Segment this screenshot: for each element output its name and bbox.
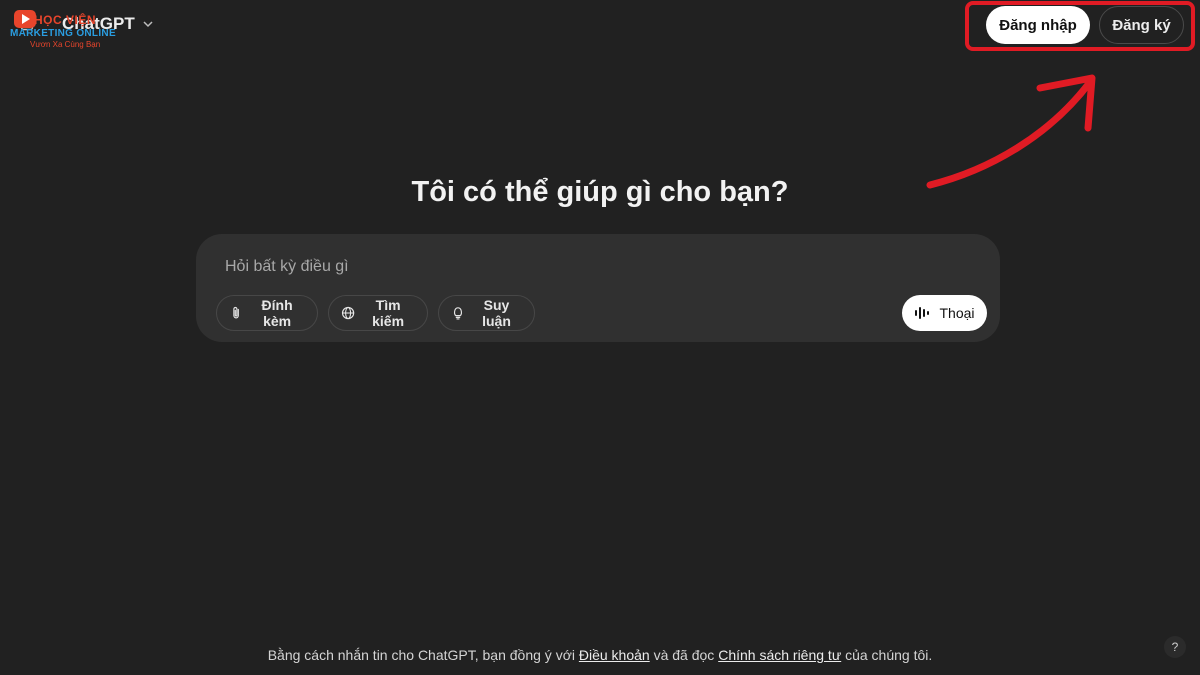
globe-icon: [341, 306, 355, 320]
attach-label: Đính kèm: [261, 297, 293, 329]
page: ChatGPT HỌC VIỆN MARKETING ONLINE Vươn X…: [0, 0, 1200, 675]
search-button[interactable]: Tìm kiếm: [328, 295, 428, 331]
footer-prefix: Bằng cách nhắn tin cho ChatGPT, bạn đồng…: [267, 647, 579, 663]
footer-suffix: của chúng tôi.: [841, 647, 933, 663]
login-button[interactable]: Đăng nhập: [986, 6, 1090, 44]
signup-button[interactable]: Đăng ký: [1099, 6, 1184, 44]
privacy-link[interactable]: Chính sách riêng tư: [718, 647, 841, 663]
voice-waveform-icon: [915, 307, 930, 319]
watermark-line2: MARKETING ONLINE: [10, 28, 116, 39]
play-logo-icon: [14, 10, 36, 28]
watermark-line3: Vươn Xa Cùng Bạn: [30, 40, 101, 49]
terms-link[interactable]: Điều khoản: [579, 647, 650, 663]
chevron-down-icon: [143, 21, 153, 28]
footer-middle: và đã đọc: [649, 647, 719, 663]
composer: Đính kèm Tìm kiếm Suy luận Thoại: [196, 234, 1000, 342]
lightbulb-icon: [454, 307, 462, 320]
paperclip-icon: [233, 307, 239, 319]
watermark-line1: HỌC VIỆN: [34, 13, 97, 27]
page-title: Tôi có thể giúp gì cho bạn?: [411, 176, 789, 208]
search-label: Tìm kiếm: [372, 297, 405, 329]
reason-label: Suy luận: [482, 297, 511, 329]
voice-label: Thoại: [939, 305, 975, 321]
reason-button[interactable]: Suy luận: [438, 295, 535, 331]
voice-button[interactable]: Thoại: [902, 295, 987, 331]
attach-button[interactable]: Đính kèm: [216, 295, 318, 331]
help-button[interactable]: ?: [1164, 636, 1186, 658]
prompt-input[interactable]: [223, 254, 927, 280]
watermark-logo: HỌC VIỆN MARKETING ONLINE Vươn Xa Cùng B…: [8, 6, 118, 49]
footer-disclaimer: Bằng cách nhắn tin cho ChatGPT, bạn đồng…: [0, 647, 1200, 663]
